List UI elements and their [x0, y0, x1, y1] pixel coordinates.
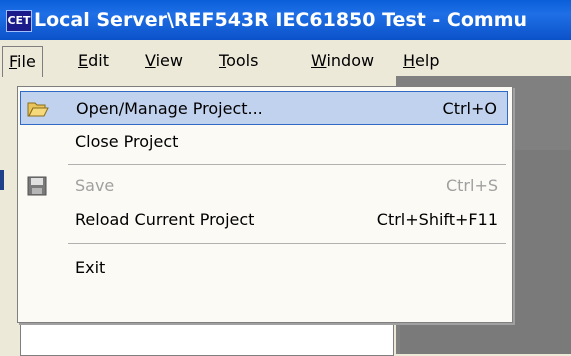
menu-help[interactable]: Help: [397, 48, 445, 74]
menu-view-mnemonic: V: [145, 51, 156, 70]
open-folder-icon: [27, 98, 49, 120]
menu-item-label: Close Project: [75, 132, 179, 151]
window-title: Local Server\REF543R IEC61850 Test - Com…: [34, 9, 528, 31]
menu-file-rest: ile: [17, 52, 36, 71]
menu-edit-rest: dit: [88, 51, 109, 70]
menu-item-exit[interactable]: Exit: [20, 251, 508, 285]
menu-item-shortcut: Ctrl+O: [442, 99, 497, 118]
menu-edit[interactable]: Edit: [72, 48, 115, 74]
menu-window[interactable]: Window: [305, 48, 380, 74]
menu-view-rest: iew: [155, 51, 183, 70]
menu-file-mnemonic: F: [9, 52, 18, 71]
menu-tools[interactable]: Tools: [213, 48, 264, 74]
menu-separator: [68, 164, 506, 165]
menu-bar: File Edit View Tools Window Help: [0, 40, 571, 77]
menu-item-reload-current-project[interactable]: Reload Current Project Ctrl+Shift+F11: [20, 203, 508, 237]
menu-item-save[interactable]: Save Ctrl+S: [20, 169, 508, 203]
menu-item-close-project[interactable]: Close Project: [20, 125, 508, 159]
menu-tools-mnemonic: T: [219, 51, 227, 70]
menu-window-mnemonic: W: [311, 51, 327, 70]
menu-item-open-manage-project[interactable]: Open/Manage Project... Ctrl+O: [20, 91, 508, 125]
menu-item-label: Exit: [75, 258, 106, 277]
save-disk-icon: [26, 175, 48, 197]
app-icon: CET: [6, 10, 32, 32]
menu-edit-mnemonic: E: [78, 51, 89, 70]
menu-help-mnemonic: H: [403, 51, 416, 70]
file-menu-dropdown: Open/Manage Project... Ctrl+O Close Proj…: [17, 86, 513, 323]
menu-item-shortcut: Ctrl+Shift+F11: [376, 210, 498, 229]
menu-item-label: Open/Manage Project...: [76, 99, 263, 118]
menu-view[interactable]: View: [139, 48, 189, 74]
menu-item-shortcut: Ctrl+S: [445, 176, 498, 195]
title-bar[interactable]: CET Local Server\REF543R IEC61850 Test -…: [0, 0, 571, 40]
menu-item-label: Reload Current Project: [75, 210, 255, 229]
menu-item-label: Save: [75, 176, 115, 195]
menu-file[interactable]: File: [2, 46, 43, 77]
menu-help-rest: elp: [415, 51, 440, 70]
menu-separator: [68, 243, 506, 244]
menu-tools-rest: ools: [226, 51, 259, 70]
side-indicator: [0, 170, 4, 190]
menu-window-rest: indow: [326, 51, 375, 70]
